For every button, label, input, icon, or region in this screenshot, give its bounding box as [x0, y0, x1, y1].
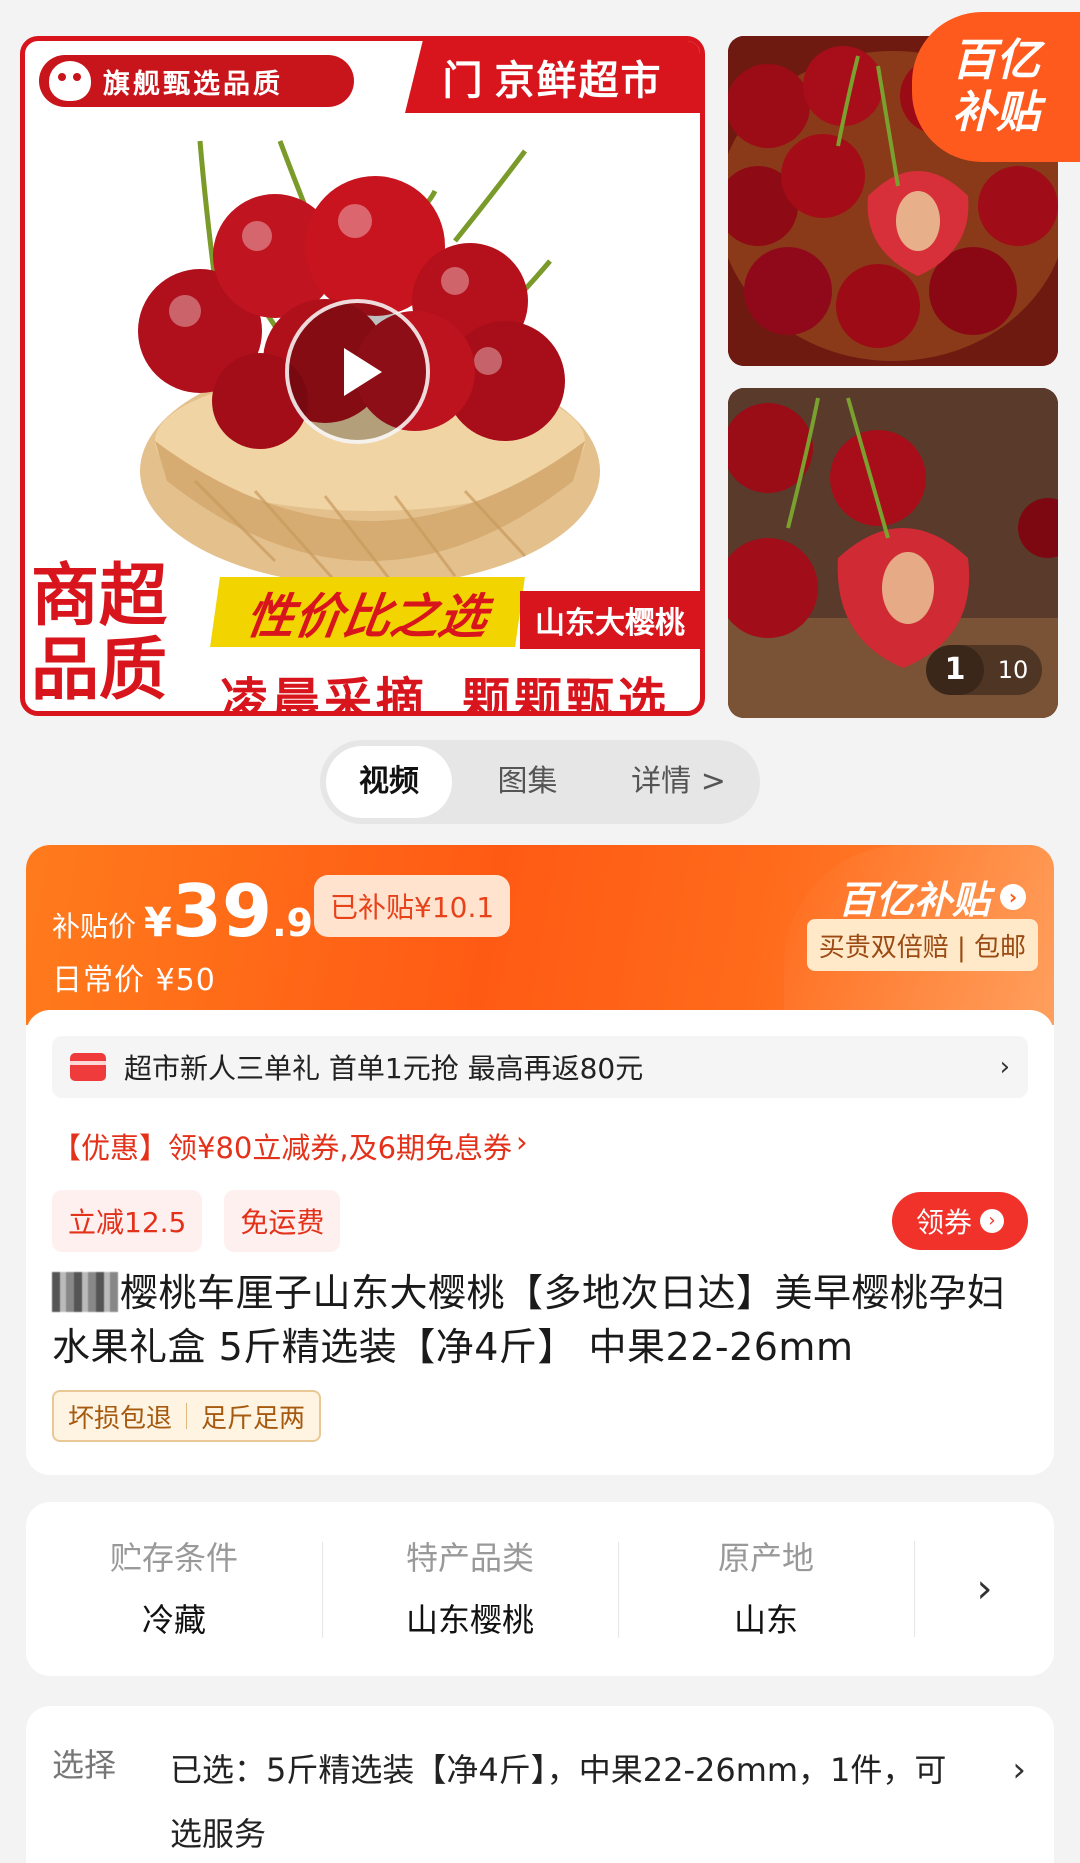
price-card: 补贴价 ¥ 39 .9 已补贴¥10.1 日常价 ¥50 百亿补贴 › 买贵双倍…	[26, 845, 1054, 1475]
promo-line: 凌晨采摘 颗颗甄选	[220, 661, 700, 716]
subsidy-program-link[interactable]: 百亿补贴 ›	[838, 869, 1026, 924]
promo-chips: 立减12.5 免运费	[52, 1190, 341, 1252]
subsidy-amount-chip: 已补贴¥10.1	[314, 875, 511, 937]
tab-video[interactable]: 视频	[326, 746, 452, 818]
store-name: 京鲜超市	[494, 58, 663, 104]
subsidy-program-guarantee: 买贵双倍赔 | 包邮	[806, 919, 1038, 971]
selection-label: 选择	[52, 1746, 117, 1784]
main-product-video[interactable]: 旗舰甄选品质 门 京鲜超市 商超品质 性价比之选 山东大樱桃 凌晨采摘 颗颗甄选	[20, 36, 705, 716]
brand-tag: 旗舰甄选品质	[39, 55, 354, 107]
price-card-body: 超市新人三单礼 首单1元抢 最高再返80元 › 【优惠】领¥80立减券,及6期免…	[26, 1010, 1054, 1475]
brand-logo-icon	[52, 1272, 118, 1312]
coupon-card-icon	[70, 1053, 106, 1081]
spec-origin: 原产地 山东	[618, 1536, 914, 1642]
subsidy-price-label: 补贴价	[52, 910, 137, 943]
claim-coupon-label: 领券	[915, 1206, 972, 1239]
subsidy-program-name: 百亿补贴	[837, 878, 990, 922]
product-title-text: 樱桃车厘子山东大樱桃【多地次日达】美早樱桃孕妇水果礼盒 5斤精选装【净4斤】 中…	[52, 1271, 1006, 1369]
coupon-offer-text: 【优惠】领¥80立减券,及6期免息券	[52, 1131, 513, 1165]
new-user-promo-text: 超市新人三单礼 首单1元抢 最高再返80元	[124, 1052, 644, 1085]
price-banner: 补贴价 ¥ 39 .9 已补贴¥10.1 日常价 ¥50 百亿补贴 › 买贵双倍…	[26, 845, 1054, 1025]
chevron-right-icon: ›	[1000, 883, 1026, 910]
promo-value-tag: 性价比之选	[210, 577, 525, 647]
promo-line-item: 颗颗甄选	[462, 673, 671, 716]
spec-storage: 贮存条件 冷藏	[26, 1536, 322, 1642]
media-tabs: 视频 图集 详情 >	[320, 740, 760, 824]
spec-value: 冷藏	[141, 1601, 206, 1639]
spec-category: 特产品类 山东樱桃	[322, 1536, 618, 1642]
subsidy-price: 补贴价 ¥ 39 .9	[52, 875, 313, 947]
assurance-item: 坏损包退	[68, 1403, 173, 1434]
tab-gallery[interactable]: 图集	[452, 746, 603, 818]
selection-value: 已选：5斤精选装【净4斤】，中果22-26mm，1件，可选服务	[170, 1751, 947, 1853]
spec-label: 贮存条件	[109, 1539, 238, 1577]
play-icon	[343, 347, 382, 396]
spec-label: 特产品类	[405, 1539, 534, 1577]
price-integer: 39	[171, 869, 273, 953]
subsidy-badge-line: 补贴	[952, 87, 1040, 138]
price-decimal: .9	[272, 901, 313, 945]
subsidy-badge: 百亿 补贴	[912, 12, 1080, 162]
image-counter-current: 1	[926, 645, 984, 695]
spec-label: 原产地	[717, 1539, 814, 1577]
product-title: 樱桃车厘子山东大樱桃【多地次日达】美早樱桃孕妇水果礼盒 5斤精选装【净4斤】 中…	[52, 1266, 1032, 1374]
free-shipping-chip: 免运费	[224, 1190, 341, 1252]
assurance-item: 足斤足两	[201, 1403, 306, 1434]
spec-value: 山东樱桃	[405, 1601, 534, 1639]
store-banner: 门 京鲜超市	[405, 41, 700, 113]
subsidy-badge-line: 百亿	[952, 35, 1040, 86]
chevron-right-icon: ›	[516, 1125, 528, 1159]
discount-chip: 立减12.5	[52, 1190, 203, 1252]
chevron-right-icon: ›	[1012, 1750, 1026, 1790]
play-video-button[interactable]	[285, 299, 430, 444]
promo-quality-text: 商超品质	[31, 556, 168, 710]
chevron-right-icon: ›	[999, 1052, 1010, 1082]
store-logo-icon: 门	[442, 58, 485, 104]
brand-tag-text: 旗舰甄选品质	[103, 68, 283, 100]
product-specs[interactable]: 贮存条件 冷藏 特产品类 山东樱桃 原产地 山东 ›	[26, 1502, 1054, 1676]
tab-details[interactable]: 详情 >	[603, 746, 754, 818]
promo-origin-tag: 山东大樱桃	[520, 591, 700, 649]
coupon-offer-link[interactable]: 【优惠】领¥80立减券,及6期免息券 ›	[52, 1125, 528, 1167]
product-gallery: 旗舰甄选品质 门 京鲜超市 商超品质 性价比之选 山东大樱桃 凌晨采摘 颗颗甄选	[0, 0, 1080, 720]
service-assurances[interactable]: 坏损包退 足斤足两	[52, 1390, 322, 1442]
spec-value: 山东	[733, 1601, 798, 1639]
promo-line-item: 凌晨采摘	[220, 673, 429, 716]
mascot-icon	[49, 61, 91, 101]
image-counter: 1 10	[926, 645, 1042, 695]
claim-coupon-button[interactable]: 领券 ›	[892, 1192, 1028, 1250]
price-currency: ¥	[144, 900, 172, 946]
new-user-promo[interactable]: 超市新人三单礼 首单1元抢 最高再返80元 ›	[52, 1036, 1028, 1098]
chevron-right-icon[interactable]: ›	[914, 1541, 1054, 1637]
variant-selection[interactable]: 选择 已选：5斤精选装【净4斤】，中果22-26mm，1件，可选服务 ›	[26, 1706, 1054, 1863]
regular-price: 日常价 ¥50	[52, 963, 216, 998]
image-counter-total: 10	[997, 656, 1029, 684]
chevron-right-icon: ›	[980, 1209, 1004, 1233]
